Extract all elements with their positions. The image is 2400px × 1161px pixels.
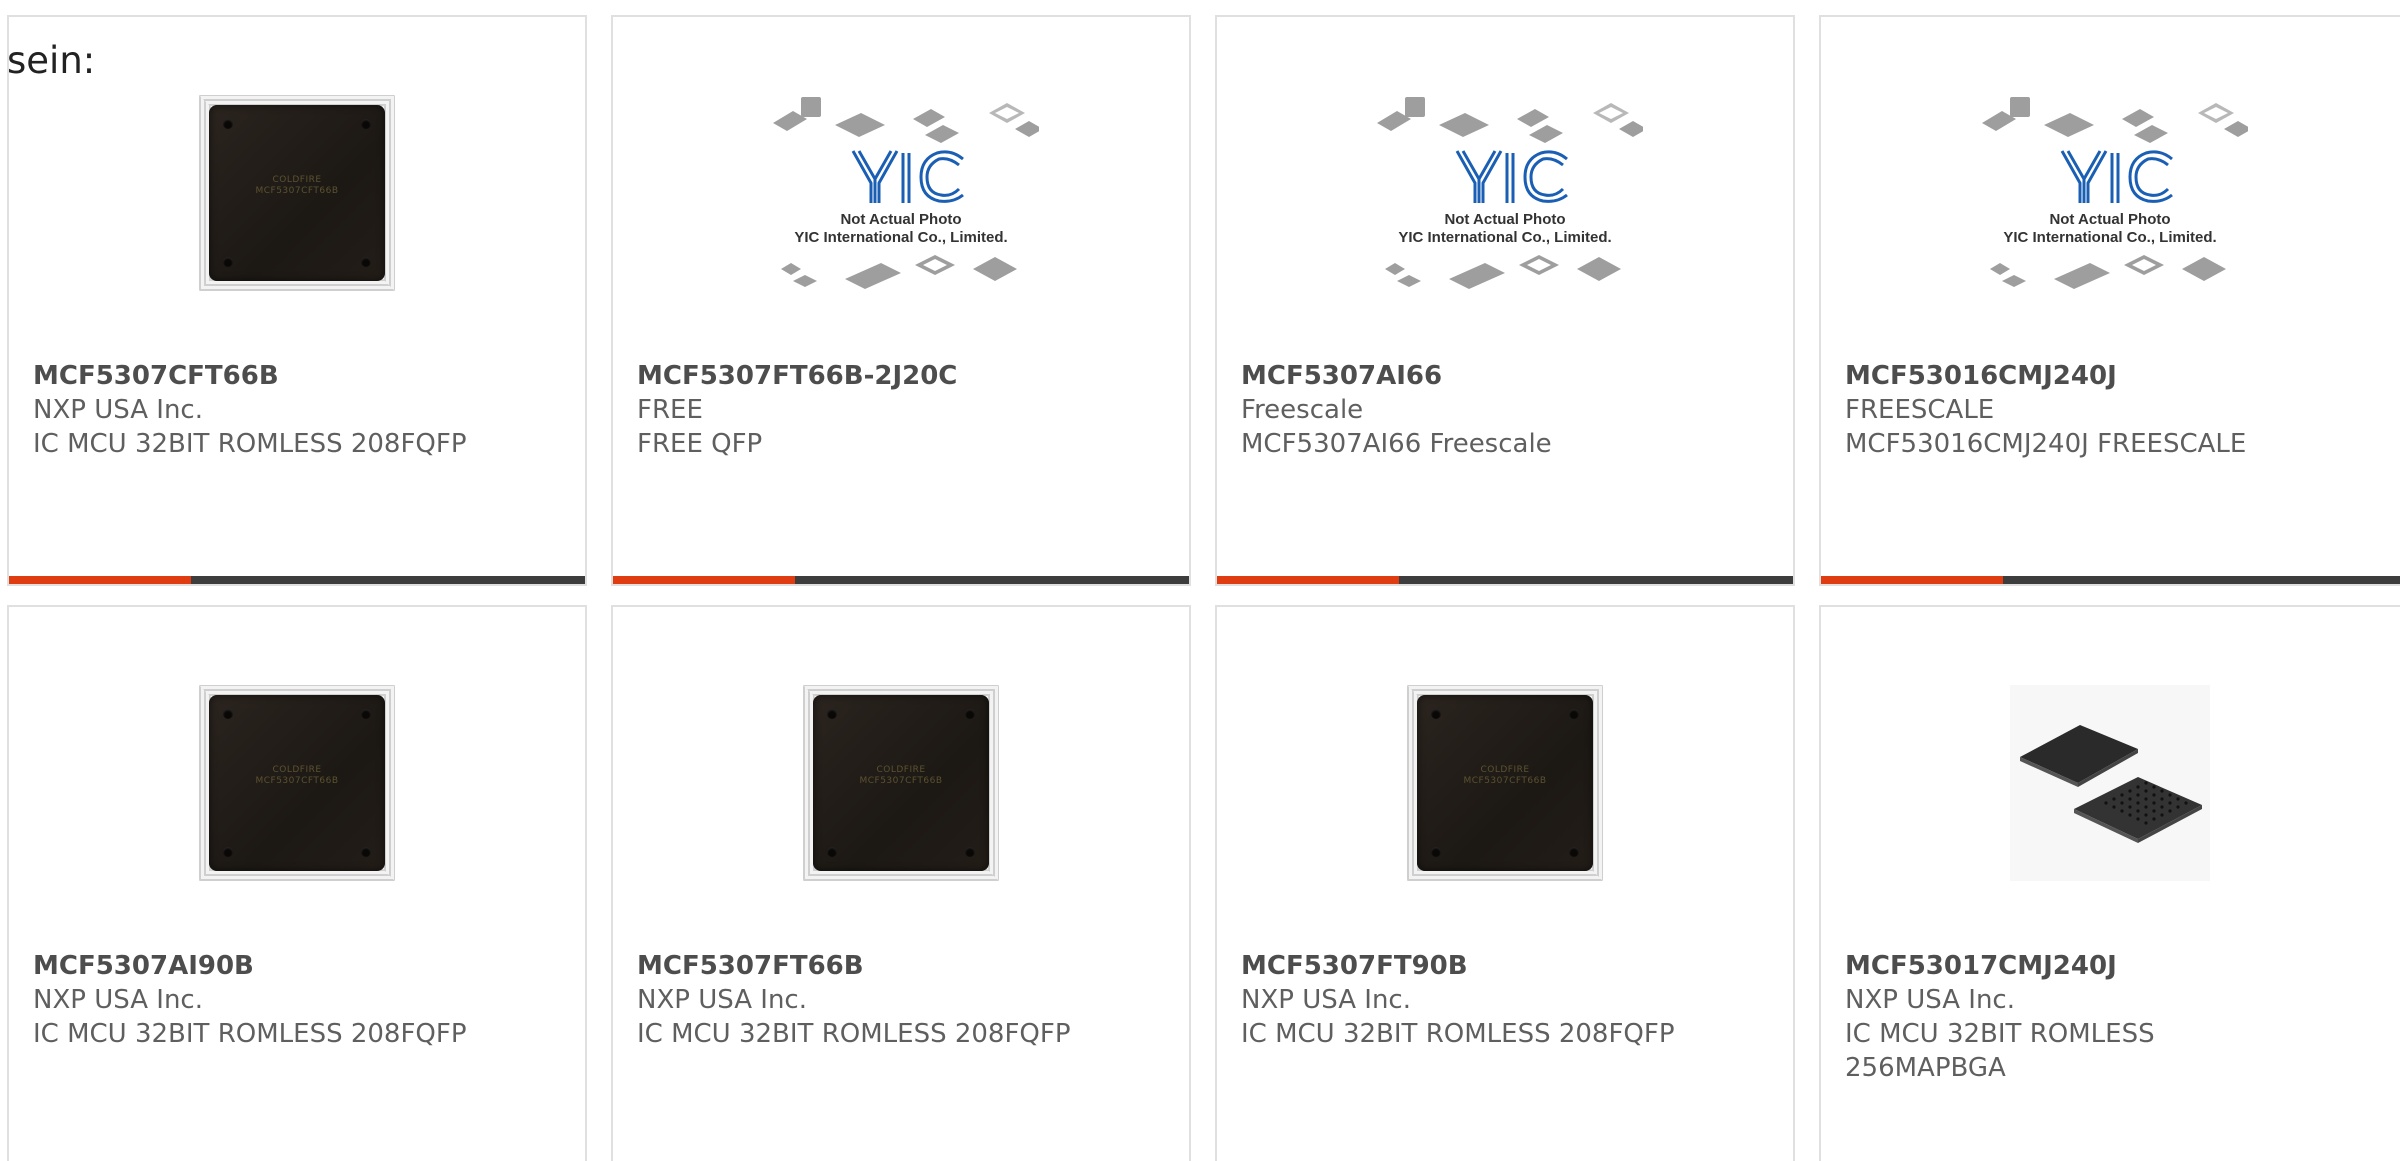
part-number-link[interactable]: MCF5307FT90B (1241, 949, 1783, 983)
product-card[interactable]: COLDFIRE MCF5307CFT66B MCF5307FT66B NXP U… (611, 605, 1191, 1161)
bga-package-icon (2020, 725, 2202, 843)
chip-marking: COLDFIRE MCF5307CFT66B (1463, 764, 1547, 786)
qfp-chip-image: COLDFIRE MCF5307CFT66B (199, 95, 395, 291)
card-accent-bar (613, 576, 795, 584)
manufacturer: NXP USA Inc. (1845, 985, 2015, 1015)
product-image[interactable]: Not Actual Photo YIC International Co., L… (1217, 87, 1793, 299)
chip-marking: COLDFIRE MCF5307CFT66B (859, 764, 943, 786)
card-bottom-bar (613, 576, 1189, 584)
intro-text: sein: (7, 39, 96, 82)
card-bottom-bar (1217, 576, 1793, 584)
product-image[interactable]: COLDFIRE MCF5307CFT66B (613, 677, 1189, 889)
description: IC MCU 32BIT ROMLESS 208FQFP (637, 1019, 1071, 1049)
product-card[interactable]: Not Actual Photo YIC International Co., L… (1819, 15, 2400, 586)
card-accent-bar (1821, 576, 2003, 584)
chip-marking: COLDFIRE MCF5307CFT66B (255, 174, 339, 196)
bga-chip-image (2010, 685, 2210, 881)
product-card[interactable]: Not Actual Photo YIC International Co., L… (1215, 15, 1795, 586)
qfp-chip-image: COLDFIRE MCF5307CFT66B (803, 685, 999, 881)
placeholder-line-1: Not Actual Photo (2049, 211, 2171, 228)
manufacturer: FREE (637, 395, 703, 425)
manufacturer: NXP USA Inc. (33, 395, 203, 425)
yic-placeholder-image: Not Actual Photo YIC International Co., L… (1972, 73, 2248, 313)
product-card[interactable]: COLDFIRE MCF5307CFT66B MCF5307FT90B NXP U… (1215, 605, 1795, 1161)
description: IC MCU 32BIT ROMLESS 208FQFP (33, 1019, 467, 1049)
card-accent-bar (1217, 576, 1399, 584)
product-image[interactable]: COLDFIRE MCF5307CFT66B (1217, 677, 1793, 889)
product-image[interactable]: Not Actual Photo YIC International Co., L… (613, 87, 1189, 299)
description: IC MCU 32BIT ROMLESS 208FQFP (33, 429, 467, 459)
product-card[interactable]: COLDFIRE MCF5307CFT66B MCF5307AI90B NXP U… (7, 605, 587, 1161)
manufacturer: FREESCALE (1845, 395, 1995, 425)
product-grid: COLDFIRE MCF5307CFT66B MCF5307CFT66B NXP … (7, 15, 2400, 1161)
description: MCF53016CMJ240J FREESCALE (1845, 429, 2247, 459)
card-bottom-bar (9, 576, 585, 584)
chip-marking: COLDFIRE MCF5307CFT66B (255, 764, 339, 786)
product-card[interactable]: Not Actual Photo YIC International Co., L… (611, 15, 1191, 586)
description: MCF5307AI66 Freescale (1241, 429, 1552, 459)
card-accent-bar (9, 576, 191, 584)
manufacturer: Freescale (1241, 395, 1364, 425)
manufacturer: NXP USA Inc. (1241, 985, 1411, 1015)
placeholder-line-2: YIC International Co., Limited. (1398, 229, 1612, 246)
product-image[interactable] (1821, 677, 2399, 889)
placeholder-line-1: Not Actual Photo (1444, 211, 1566, 228)
package-icons (1982, 97, 2248, 289)
product-image[interactable]: COLDFIRE MCF5307CFT66B (9, 677, 585, 889)
placeholder-line-2: YIC International Co., Limited. (794, 229, 1008, 246)
placeholder-line-2: YIC International Co., Limited. (2003, 229, 2217, 246)
part-number-link[interactable]: MCF5307CFT66B (33, 359, 575, 393)
yic-placeholder-image: Not Actual Photo YIC International Co., L… (1367, 73, 1643, 313)
description: IC MCU 32BIT ROMLESS 208FQFP (1241, 1019, 1675, 1049)
part-number-link[interactable]: MCF5307AI90B (33, 949, 575, 983)
part-number-link[interactable]: MCF5307FT66B-2J20C (637, 359, 1179, 393)
qfp-chip-image: COLDFIRE MCF5307CFT66B (1407, 685, 1603, 881)
package-icons (773, 97, 1039, 289)
placeholder-line-1: Not Actual Photo (840, 211, 962, 228)
package-icons (1377, 97, 1643, 289)
qfp-chip-image: COLDFIRE MCF5307CFT66B (199, 685, 395, 881)
product-listing-page: sein: COLDFIRE MCF5307CFT66B MCF5307CFT66… (0, 0, 2400, 1161)
part-number-link[interactable]: MCF53017CMJ240J (1845, 949, 2397, 983)
description: FREE QFP (637, 429, 763, 459)
product-image[interactable]: COLDFIRE MCF5307CFT66B (9, 87, 585, 299)
yic-placeholder-image: Not Actual Photo YIC International Co., L… (763, 73, 1039, 313)
description: IC MCU 32BIT ROMLESS 256MAPBGA (1845, 1019, 2155, 1083)
product-image[interactable]: Not Actual Photo YIC International Co., L… (1821, 87, 2399, 299)
part-number-link[interactable]: MCF5307AI66 (1241, 359, 1783, 393)
product-card[interactable]: COLDFIRE MCF5307CFT66B MCF5307CFT66B NXP … (7, 15, 587, 586)
manufacturer: NXP USA Inc. (637, 985, 807, 1015)
manufacturer: NXP USA Inc. (33, 985, 203, 1015)
part-number-link[interactable]: MCF5307FT66B (637, 949, 1179, 983)
card-bottom-bar (1821, 576, 2400, 584)
product-card[interactable]: MCF53017CMJ240J NXP USA Inc. IC MCU 32BI… (1819, 605, 2400, 1161)
part-number-link[interactable]: MCF53016CMJ240J (1845, 359, 2397, 393)
